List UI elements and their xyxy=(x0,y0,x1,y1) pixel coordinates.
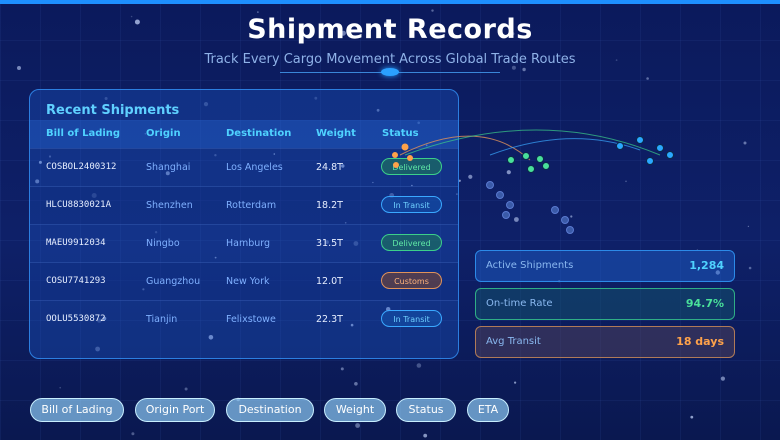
status-badge: Customs xyxy=(381,272,442,289)
column-header-bol[interactable]: Bill of Lading xyxy=(46,128,120,139)
origin-cell: Ningbo xyxy=(146,238,180,249)
background-particle xyxy=(416,363,422,368)
background-particle xyxy=(748,266,752,270)
background-particle xyxy=(131,432,135,436)
background-particle xyxy=(646,77,649,80)
background-particle xyxy=(720,376,726,381)
bol-cell: HLCU8830021A xyxy=(46,200,112,210)
stat-label: Avg Transit xyxy=(486,336,541,347)
filter-chip-bill-of-lading[interactable]: Bill of Lading xyxy=(30,398,124,422)
background-particle xyxy=(59,386,61,389)
table-row[interactable]: COSU7741293 Guangzhou New York 12.0T Cus… xyxy=(30,262,458,301)
filter-chip-weight[interactable]: Weight xyxy=(324,398,386,422)
background-particle xyxy=(355,423,360,428)
weight-cell: 31.5T xyxy=(316,238,343,249)
background-particle xyxy=(340,367,344,371)
filter-chip-origin-port[interactable]: Origin Port xyxy=(135,398,215,422)
destination-cell: New York xyxy=(226,276,270,287)
page-subtitle: Track Every Cargo Movement Across Global… xyxy=(204,52,576,67)
stat-label: On-time Rate xyxy=(486,298,553,309)
stat-value: 1,284 xyxy=(689,259,724,272)
background-particle xyxy=(522,67,526,72)
bol-cell: MAEU9912034 xyxy=(46,238,106,248)
background-particle xyxy=(423,433,428,438)
background-particle xyxy=(743,141,747,145)
muted-port-markers xyxy=(486,181,574,234)
bol-cell: OOLU5530872 xyxy=(46,314,106,324)
bol-cell: COSBOL2400312 xyxy=(46,162,117,172)
column-header-weight[interactable]: Weight xyxy=(316,128,356,139)
blue-port-markers xyxy=(616,136,674,165)
status-badge: In Transit xyxy=(381,310,442,327)
origin-cell: Shanghai xyxy=(146,162,191,173)
top-accent-bar xyxy=(0,0,780,4)
weight-cell: 18.2T xyxy=(316,200,343,211)
bol-cell: COSU7741293 xyxy=(46,276,106,286)
stat-value: 94.7% xyxy=(685,297,724,310)
destination-cell: Los Angeles xyxy=(226,162,283,173)
destination-cell: Rotterdam xyxy=(226,200,277,211)
destination-cell: Hamburg xyxy=(226,238,271,249)
background-particle xyxy=(184,387,188,391)
column-header-origin[interactable]: Origin xyxy=(146,128,181,139)
filter-chip-eta[interactable]: ETA xyxy=(467,398,509,422)
stat-value: 18 days xyxy=(676,335,724,348)
stat-label: Active Shipments xyxy=(486,260,574,271)
ontime-rate-card[interactable]: On-time Rate 94.7% xyxy=(475,288,735,320)
filter-chip-status[interactable]: Status xyxy=(396,398,456,422)
green-port-markers xyxy=(507,152,550,173)
origin-cell: Tianjin xyxy=(146,314,178,325)
avg-transit-card[interactable]: Avg Transit 18 days xyxy=(475,326,735,358)
filter-chip-destination[interactable]: Destination xyxy=(226,398,314,422)
background-particle xyxy=(690,415,694,419)
weight-cell: 22.3T xyxy=(316,314,343,325)
origin-port-markers xyxy=(392,143,413,168)
active-shipments-card[interactable]: Active Shipments 1,284 xyxy=(475,250,735,282)
background-particle xyxy=(747,225,750,228)
table-row[interactable]: OOLU5530872 Tianjin Felixstowe 22.3T In … xyxy=(30,300,458,339)
destination-cell: Felixstowe xyxy=(226,314,276,325)
panel-title: Recent Shipments xyxy=(46,103,180,118)
background-particle xyxy=(514,381,517,384)
weight-cell: 24.8T xyxy=(316,162,343,173)
origin-cell: Shenzhen xyxy=(146,200,193,211)
page-title: Shipment Records xyxy=(247,14,533,45)
column-header-destination[interactable]: Destination xyxy=(226,128,291,139)
trade-route-graphic xyxy=(392,129,674,234)
background-particle xyxy=(257,11,259,13)
background-particle xyxy=(354,382,358,386)
weight-cell: 12.0T xyxy=(316,276,343,287)
origin-cell: Guangzhou xyxy=(146,276,201,287)
background-particle xyxy=(431,9,434,12)
subtitle-divider-dot xyxy=(381,68,399,76)
